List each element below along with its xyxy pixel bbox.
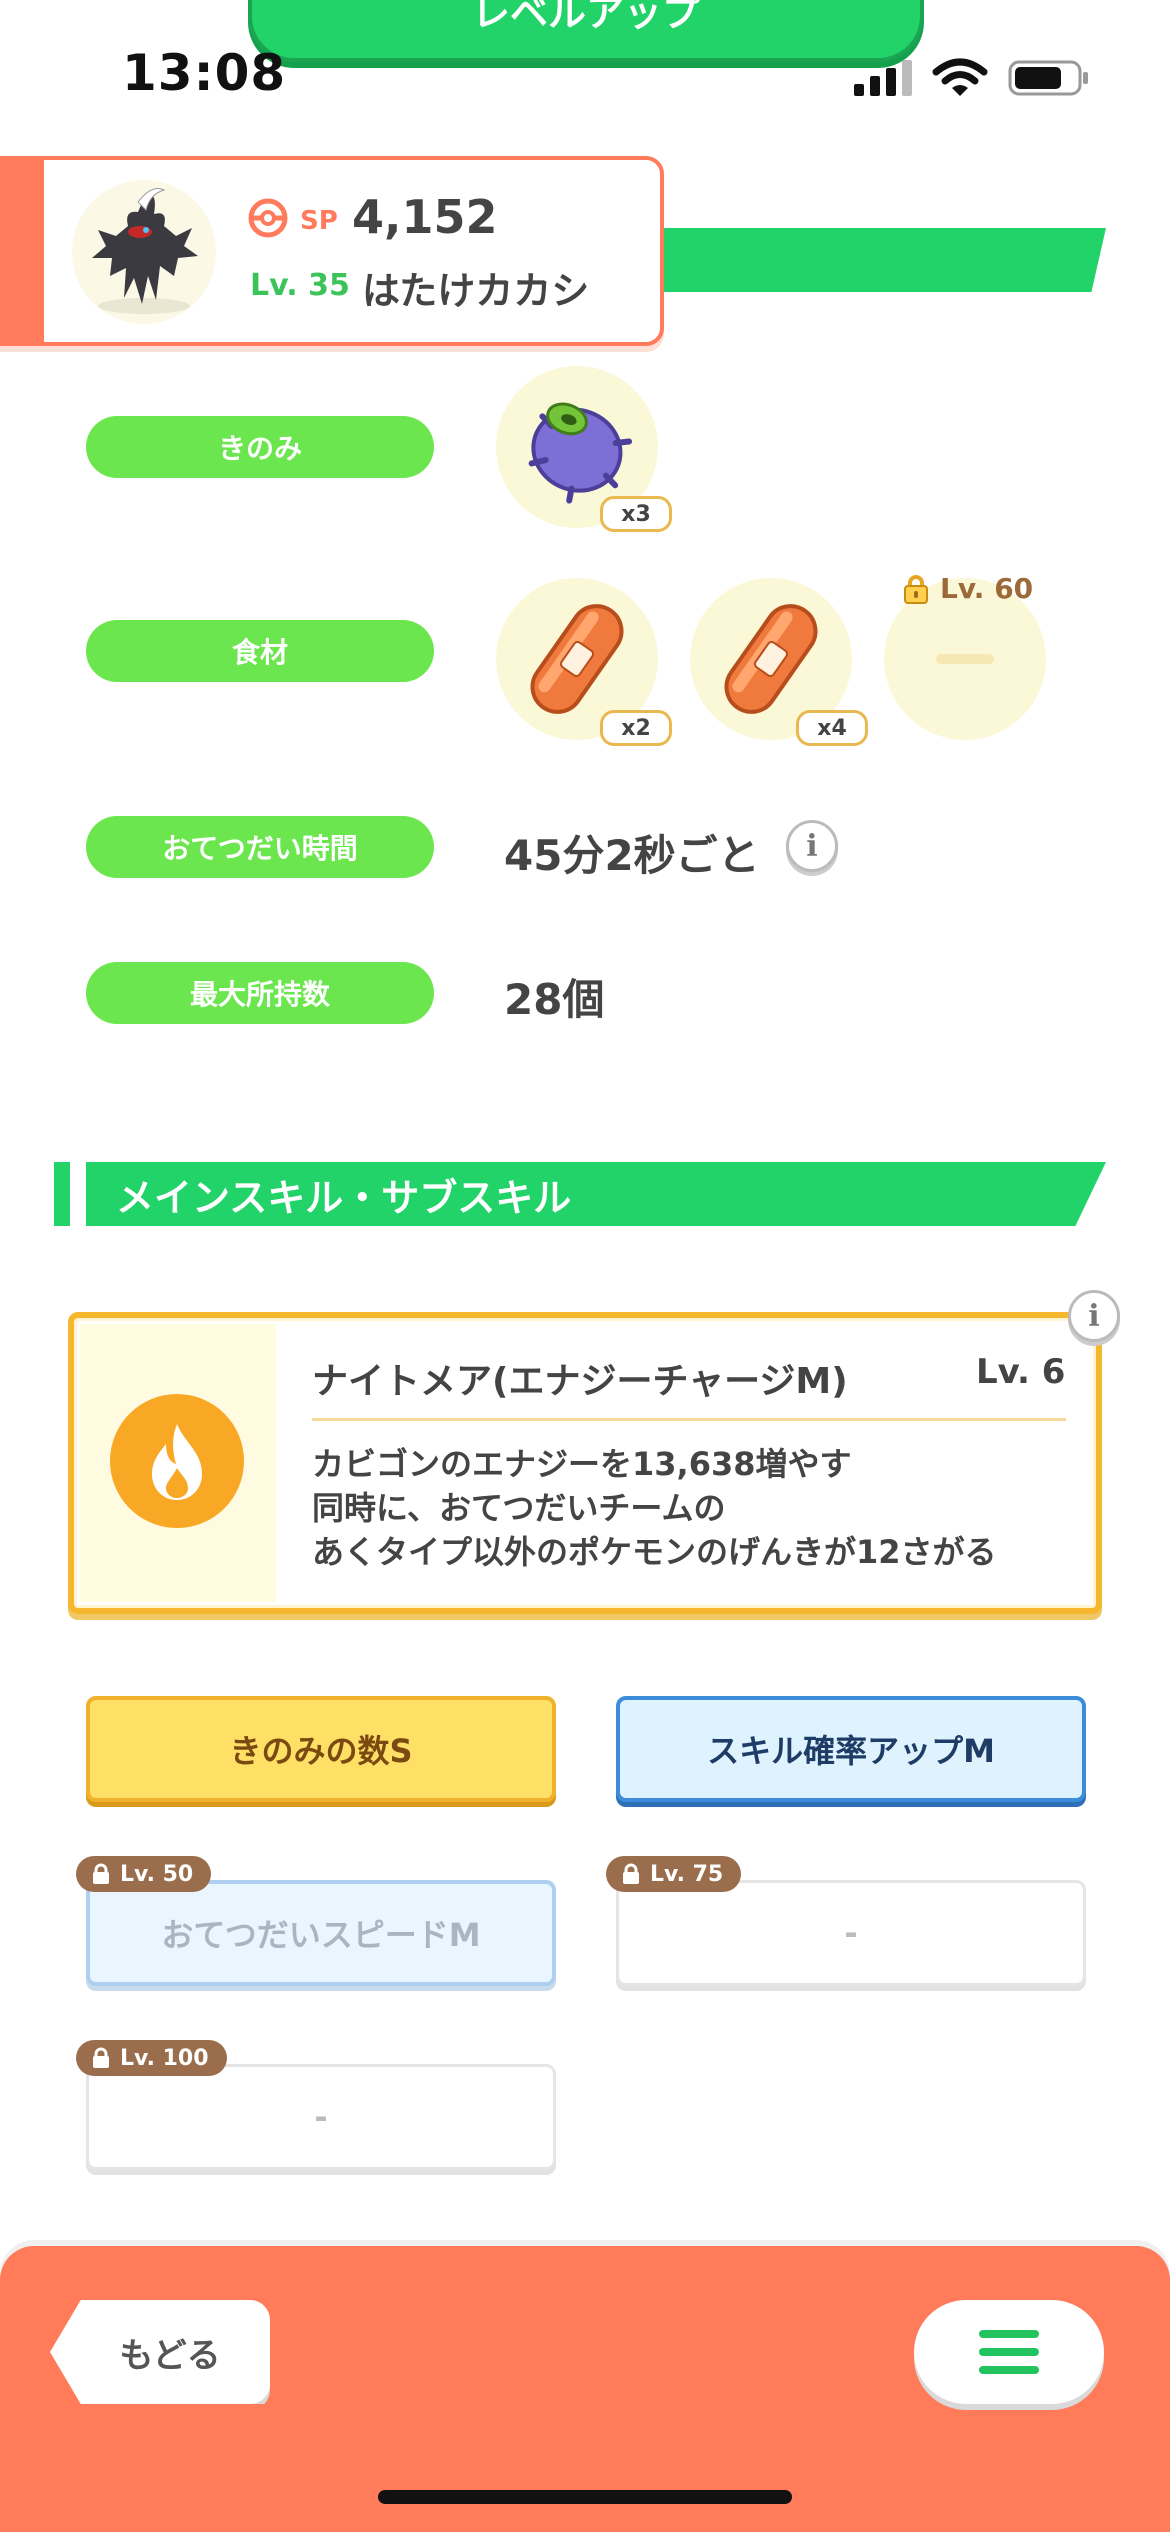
- padlock-icon: [623, 1863, 639, 1884]
- help-time-label-pill: おてつだい時間: [86, 816, 434, 878]
- status-time: 13:08: [122, 44, 287, 102]
- cellular-signal-icon: [854, 60, 912, 96]
- flame-icon: [152, 1424, 202, 1500]
- ingredient-2-quantity: x4: [796, 710, 868, 746]
- section-accent-tick: [54, 1162, 70, 1226]
- padlock-icon: [93, 1863, 109, 1884]
- sub-skill-2[interactable]: スキル確率アップM: [616, 1696, 1086, 1802]
- sub-skill-4-label: -: [844, 1914, 858, 1952]
- ingredients-label: 食材: [231, 636, 288, 669]
- main-skill-name: ナイトメア(エナジーチャージM): [312, 1361, 848, 1402]
- pokemon-portrait: [72, 180, 216, 324]
- main-skill-desc-line-3: あくタイプ以外のポケモンのげんきが12さがる: [312, 1533, 997, 1571]
- max-carry-label-pill: 最大所持数: [86, 962, 434, 1024]
- home-indicator[interactable]: [378, 2490, 792, 2504]
- empty-slot-dash: [936, 654, 994, 664]
- sub-skill-3-locked[interactable]: おてつだいスピードM: [86, 1880, 556, 1986]
- back-button-label: もどる: [119, 2335, 221, 2376]
- berry-label: きのみ: [217, 432, 302, 465]
- profile-header-band: [620, 228, 1106, 292]
- help-time-label: おてつだい時間: [162, 832, 358, 865]
- sub-skill-1[interactable]: きのみの数S: [86, 1696, 556, 1802]
- main-skill-badge: [110, 1394, 244, 1528]
- max-carry-label: 最大所持数: [189, 978, 330, 1011]
- card-accent-stripe: [0, 156, 44, 346]
- sub-skill-4-locked[interactable]: -: [616, 1880, 1086, 1986]
- ingredients-label-pill: 食材: [86, 620, 434, 682]
- battery-icon: [1008, 60, 1088, 96]
- pokemon-name: はたけカカシ: [362, 269, 590, 313]
- sp-label: SP: [300, 206, 338, 236]
- pokemon-level: Lv. 35: [250, 268, 350, 303]
- back-button[interactable]: もどる: [50, 2300, 270, 2404]
- skills-section-title: メインスキル・サブスキル: [116, 1175, 572, 1220]
- main-skill-divider: [312, 1418, 1066, 1421]
- menu-button[interactable]: [914, 2300, 1104, 2404]
- berry-label-pill: きのみ: [86, 416, 434, 478]
- main-skill-desc-line-2: 同時に、おてつだいチームの: [312, 1489, 726, 1527]
- ingredient-lock-level: Lv. 60: [900, 572, 1033, 605]
- main-skill-desc-line-1: カビゴンのエナジーを13,638増やす: [312, 1445, 852, 1483]
- sub-skill-3-lock-level: Lv. 50: [120, 1861, 194, 1887]
- level-up-label: レベルアップ: [471, 0, 700, 35]
- sub-skill-3-lock-tag: Lv. 50: [76, 1856, 212, 1892]
- hamburger-menu-icon: [979, 2330, 1039, 2374]
- sub-skill-3-label: おてつだいスピードM: [161, 1916, 481, 1954]
- info-icon: i: [1088, 1298, 1100, 1334]
- sub-skill-1-label: きのみの数S: [229, 1732, 413, 1770]
- ingredient-lock-level-text: Lv. 60: [940, 572, 1034, 605]
- info-icon: i: [806, 828, 818, 864]
- main-skill-description: カビゴンのエナジーを13,638増やす 同時に、おてつだいチームの あくタイプ以…: [312, 1442, 997, 1574]
- pokeball-icon: [248, 198, 288, 238]
- max-carry-value: 28個: [504, 975, 605, 1024]
- help-time-value: 45分2秒ごと: [504, 831, 760, 880]
- skills-section-header: メインスキル・サブスキル: [86, 1162, 1106, 1226]
- sub-skill-5-lock-tag: Lv. 100: [76, 2040, 227, 2076]
- level-up-button[interactable]: レベルアップ: [248, 0, 924, 62]
- darkrai-icon: [92, 188, 198, 314]
- main-skill-info-button[interactable]: i: [1068, 1290, 1120, 1342]
- help-time-info-button[interactable]: i: [786, 820, 838, 872]
- berry-quantity: x3: [600, 496, 672, 532]
- padlock-icon: [904, 574, 928, 604]
- sub-skill-5-label: -: [314, 2098, 328, 2136]
- sp-value: 4,152: [352, 190, 498, 244]
- wifi-icon: [932, 58, 988, 96]
- sub-skill-4-lock-level: Lv. 75: [650, 1861, 724, 1887]
- ingredient-1-quantity: x2: [600, 710, 672, 746]
- main-skill-level: Lv. 6: [976, 1352, 1066, 1392]
- sub-skill-5-locked[interactable]: -: [86, 2064, 556, 2170]
- sub-skill-2-label: スキル確率アップM: [707, 1732, 995, 1770]
- sub-skill-4-lock-tag: Lv. 75: [606, 1856, 742, 1892]
- padlock-icon: [93, 2047, 109, 2068]
- sub-skill-5-lock-level: Lv. 100: [120, 2045, 209, 2071]
